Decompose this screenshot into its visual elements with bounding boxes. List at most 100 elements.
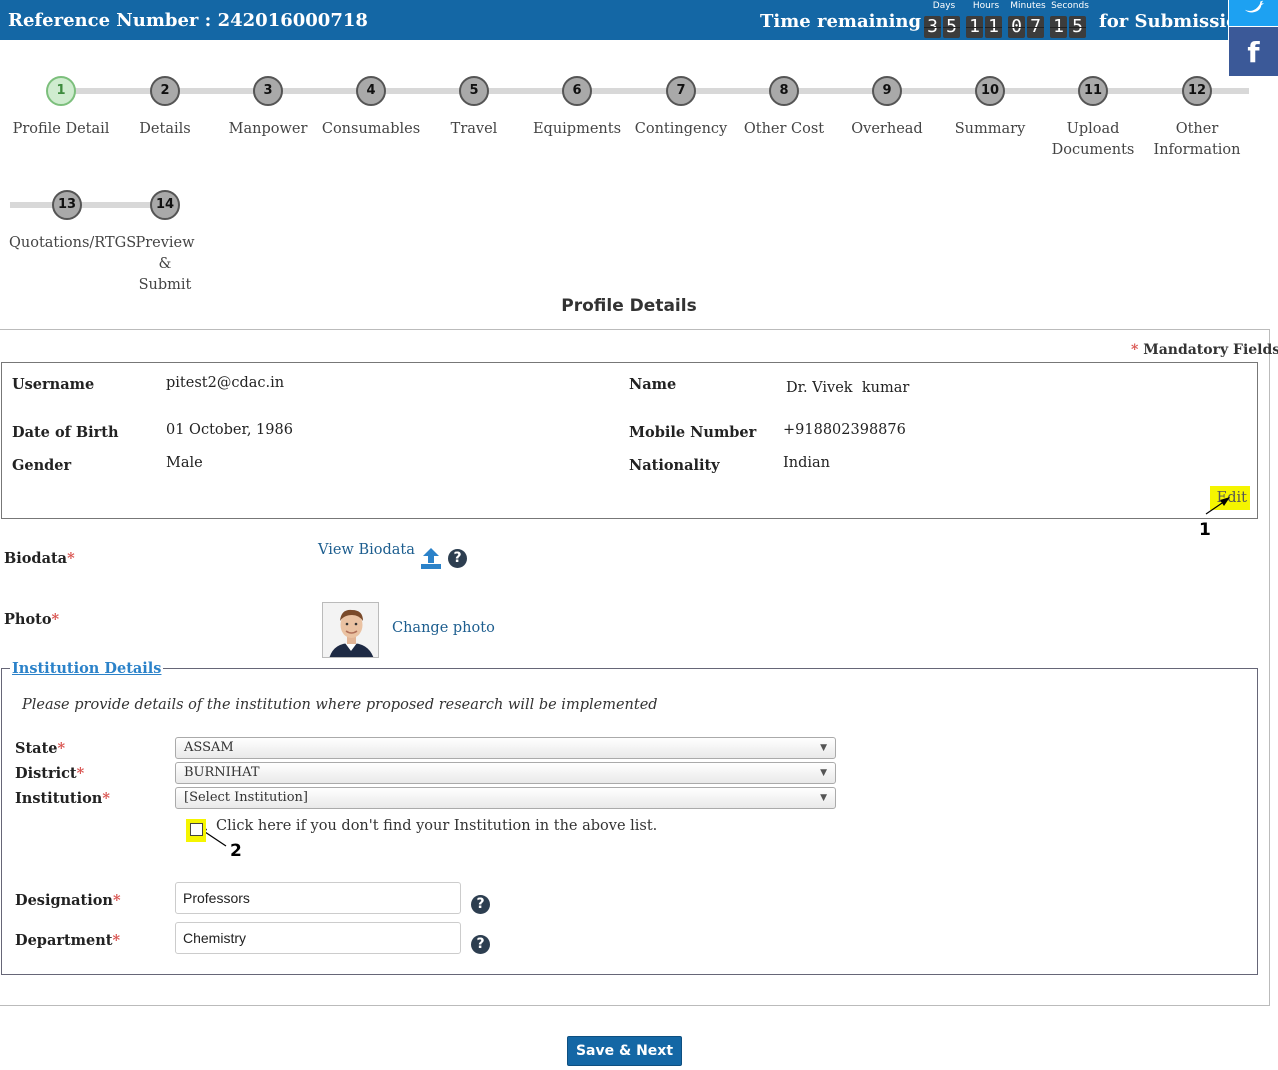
designation-input[interactable]: Professors (175, 882, 461, 914)
reference-number: Reference Number : 242016000718 (8, 10, 368, 31)
step-consumables[interactable]: 4 Consumables (319, 76, 423, 140)
username-label: Username (12, 376, 95, 393)
department-help-icon[interactable]: ? (471, 935, 490, 954)
step-label: Travel (450, 121, 498, 137)
chevron-down-icon: ▼ (820, 768, 827, 778)
top-header-bar: Reference Number : 242016000718 Time rem… (0, 0, 1251, 40)
step-contingency[interactable]: 7 Contingency (629, 76, 733, 140)
step-label: Other Cost (743, 121, 825, 137)
institution-not-found-checkbox[interactable] (190, 823, 203, 836)
page-title: Profile Details (561, 296, 697, 316)
dob-label: Date of Birth (12, 424, 119, 441)
step-other-information[interactable]: 12 Other Information (1145, 76, 1249, 161)
countdown-digit: 5 (1069, 16, 1086, 38)
step-number: 1 (46, 76, 76, 106)
step-label: Overhead (851, 121, 923, 137)
name-label: Name (629, 376, 677, 393)
photo-label: Photo* (4, 611, 59, 628)
step-number: 2 (150, 76, 180, 106)
countdown-digit: 7 (1027, 16, 1044, 38)
step-other-cost[interactable]: 8 Other Cost (732, 76, 836, 140)
mandatory-fields-note: * Mandatory Fields (1131, 342, 1278, 358)
step-number: 13 (52, 190, 82, 220)
profile-photo-image (323, 603, 378, 657)
district-selected-value: BURNIHAT (184, 765, 260, 780)
save-next-button[interactable]: Save & Next (567, 1036, 682, 1066)
step-manpower[interactable]: 3 Manpower (216, 76, 320, 140)
biodata-label: Biodata* (4, 550, 75, 567)
required-star: * (57, 740, 66, 757)
upload-icon[interactable] (420, 548, 442, 570)
step-label: Manpower (228, 121, 308, 137)
required-star: * (67, 550, 75, 567)
designation-label: Designation* (15, 892, 121, 909)
department-input[interactable]: Chemistry (175, 922, 461, 954)
biodata-help-icon[interactable]: ? (448, 549, 467, 568)
countdown-digit: 3 (924, 16, 941, 38)
step-number: 11 (1078, 76, 1108, 106)
step-travel[interactable]: 5 Travel (422, 76, 526, 140)
step-overhead[interactable]: 9 Overhead (835, 76, 939, 140)
annotation-number-1: 1 (1199, 520, 1211, 540)
step-number: 8 (769, 76, 799, 106)
state-selected-value: ASSAM (184, 740, 234, 755)
chevron-down-icon: ▼ (820, 743, 827, 753)
countdown-digit: 1 (1050, 16, 1067, 38)
step-number: 5 (459, 76, 489, 106)
countdown-seconds-label: Seconds (1051, 1, 1089, 11)
step-number: 10 (975, 76, 1005, 106)
district-label: District* (15, 765, 84, 782)
required-star: * (112, 932, 121, 949)
step-label: Preview & Submit (135, 235, 195, 293)
biodata-label-text: Biodata (4, 550, 68, 567)
required-star: * (112, 892, 121, 909)
facebook-share-button[interactable]: f (1229, 27, 1278, 76)
step-equipments[interactable]: 6 Equipments (525, 76, 629, 140)
username-value: pitest2@cdac.in (166, 375, 285, 391)
state-label: State* (15, 740, 65, 757)
district-select[interactable]: BURNIHAT ▼ (175, 762, 836, 784)
step-label: Profile Detail (12, 121, 110, 137)
department-label-text: Department (15, 932, 113, 949)
countdown-digit: 5 (943, 16, 960, 38)
state-select[interactable]: ASSAM ▼ (175, 737, 836, 759)
profile-photo (322, 602, 379, 658)
step-number: 9 (872, 76, 902, 106)
institution-label: Institution* (15, 790, 110, 807)
mobile-value: +918802398876 (783, 422, 906, 438)
edit-profile-link[interactable]: Edit (1210, 486, 1250, 510)
step-profile-detail[interactable]: 1 Profile Detail (9, 76, 113, 140)
institution-selected-value: [Select Institution] (184, 790, 308, 805)
institution-instruction: Please provide details of the institutio… (22, 697, 658, 713)
required-star: * (76, 765, 85, 782)
designation-label-text: Designation (15, 892, 113, 909)
step-label: Other Information (1153, 121, 1241, 158)
institution-label-text: Institution (15, 790, 103, 807)
change-photo-link[interactable]: Change photo (392, 620, 495, 636)
step-label: Equipments (532, 121, 622, 137)
countdown-timer: Days 3 5 Hours 1 1 Minutes 0 7 Seconds 1 (924, 0, 1089, 40)
step-number: 7 (666, 76, 696, 106)
view-biodata-link[interactable]: View Biodata (318, 542, 415, 558)
designation-help-icon[interactable]: ? (471, 895, 490, 914)
institution-not-found-label[interactable]: Click here if you don't find your Instit… (216, 818, 657, 834)
step-label: Consumables (321, 121, 421, 137)
step-number: 6 (562, 76, 592, 106)
photo-label-text: Photo (4, 611, 52, 628)
name-value: Dr. Vivek kumar (786, 380, 910, 396)
twitter-share-button[interactable] (1229, 0, 1278, 26)
step-upload-documents[interactable]: 11 Upload Documents (1041, 76, 1145, 161)
nationality-label: Nationality (629, 457, 720, 474)
countdown-digit: 1 (985, 16, 1002, 38)
step-summary[interactable]: 10 Summary (938, 76, 1042, 140)
countdown-digit: 1 (966, 16, 983, 38)
dob-value: 01 October, 1986 (166, 422, 293, 438)
step-details[interactable]: 2 Details (113, 76, 217, 140)
chevron-down-icon: ▼ (820, 793, 827, 803)
institution-select[interactable]: [Select Institution] ▼ (175, 787, 836, 809)
step-preview-submit[interactable]: 14 Preview & Submit (113, 190, 217, 296)
department-label: Department* (15, 932, 120, 949)
gender-value: Male (166, 455, 203, 471)
required-star: * (51, 611, 60, 628)
step-quotations-rtgs[interactable]: 13 Quotations/RTGS (9, 190, 136, 254)
